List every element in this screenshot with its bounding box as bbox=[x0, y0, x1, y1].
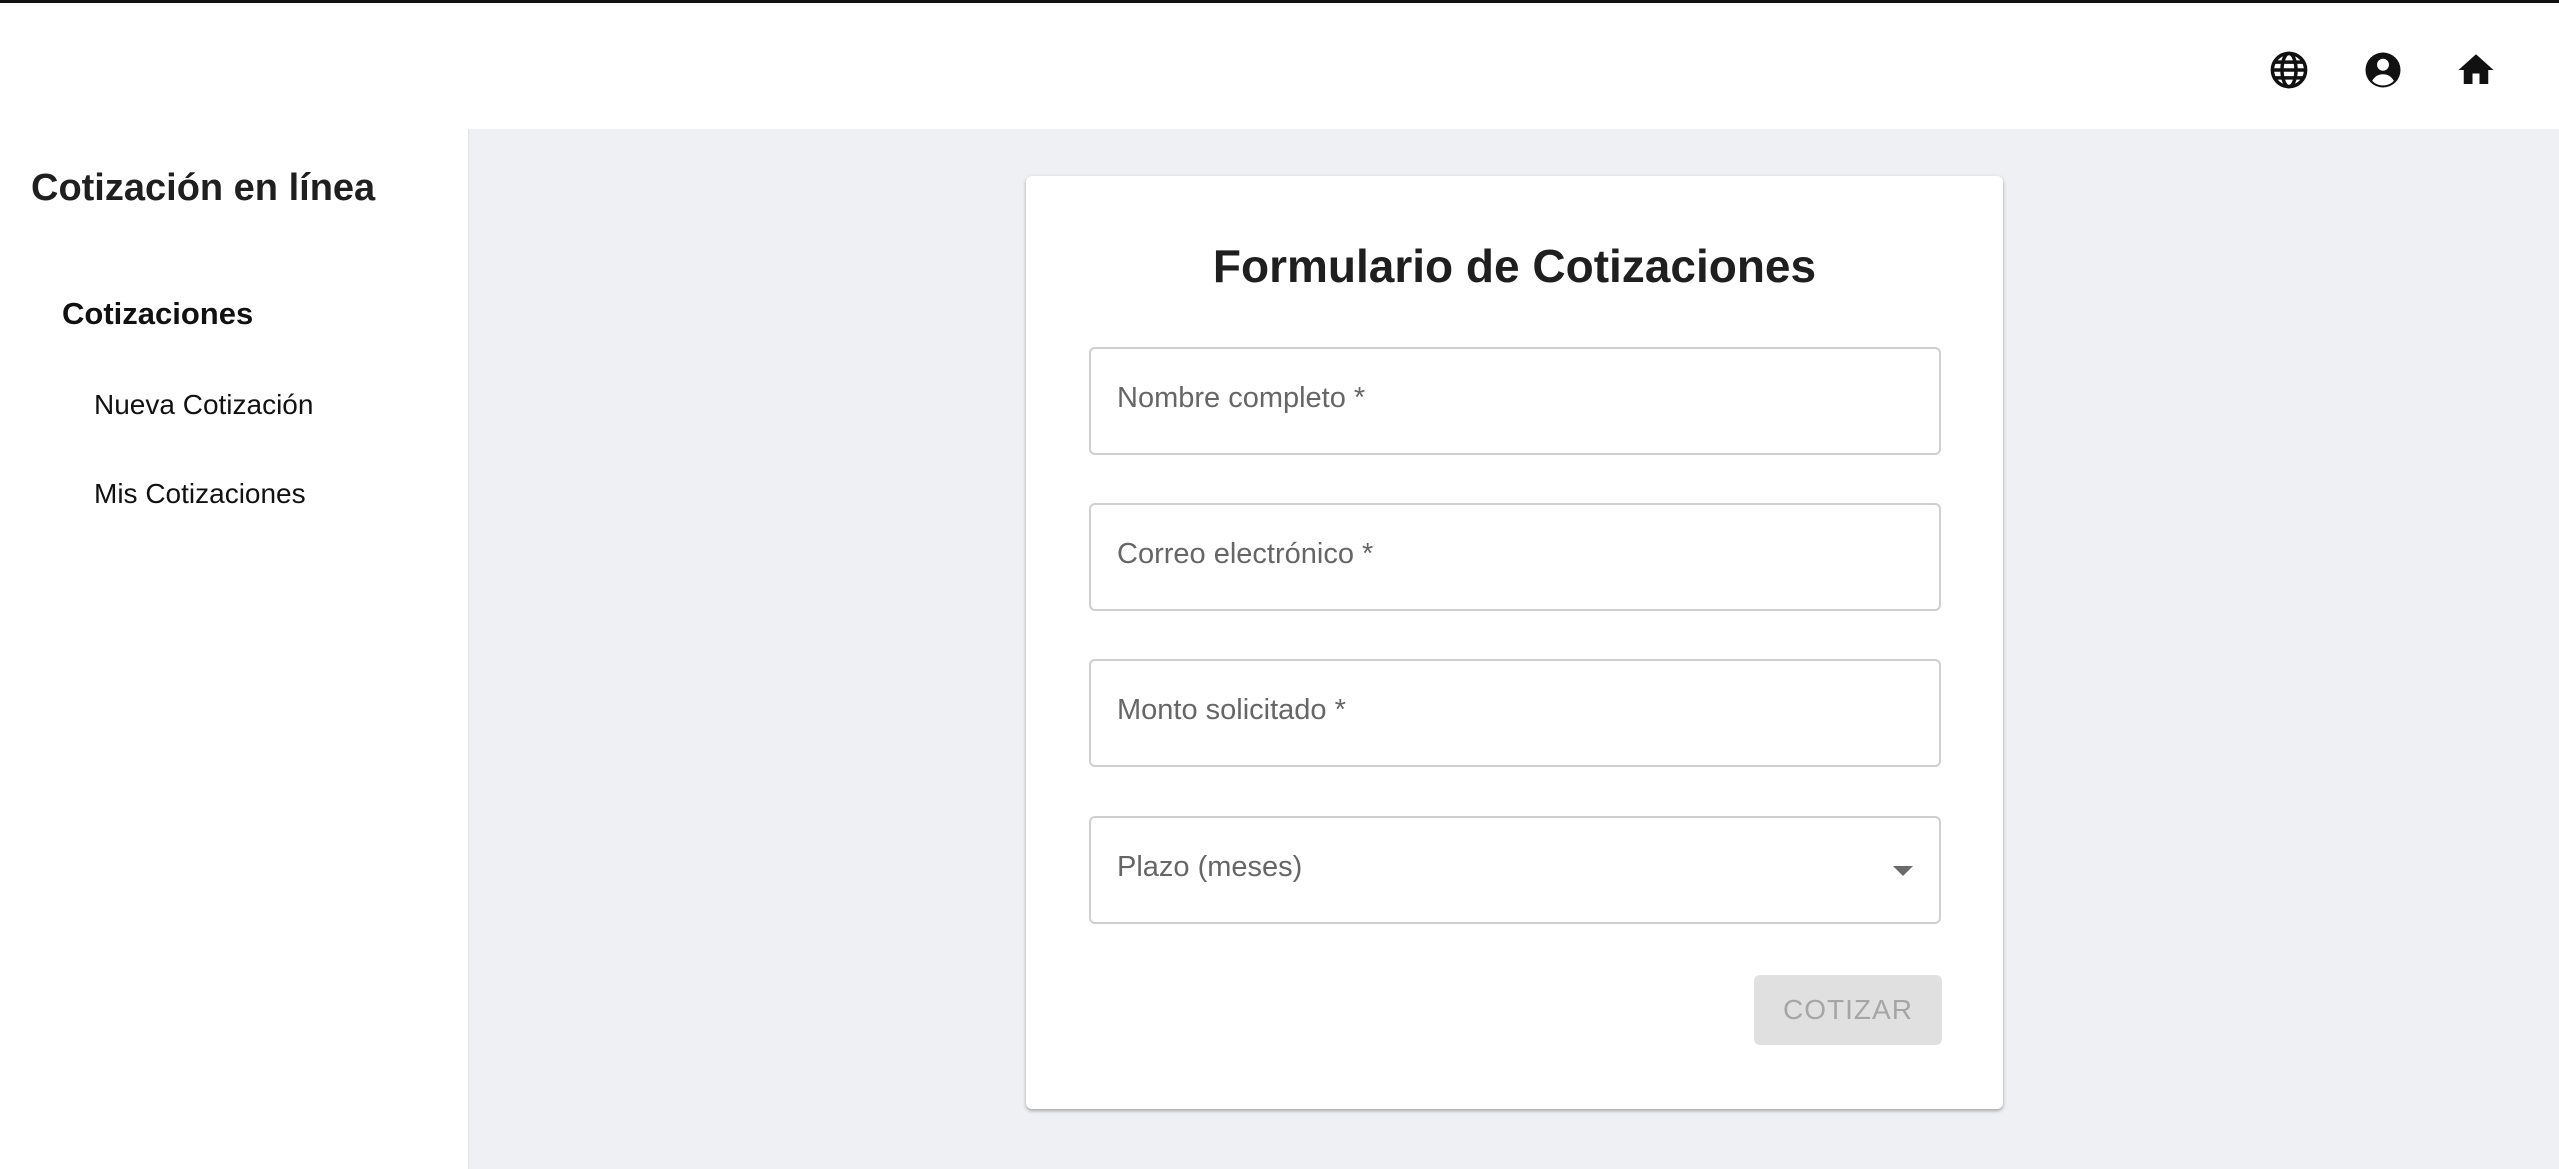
sidebar-item-nueva-cotizacion[interactable]: Nueva Cotización bbox=[94, 389, 313, 421]
account-icon[interactable] bbox=[2359, 46, 2407, 94]
main-content: Formulario de Cotizaciones Nombre comple… bbox=[469, 129, 2559, 1169]
app-title: Cotización en línea bbox=[31, 167, 376, 209]
chevron-down-icon bbox=[1893, 866, 1913, 876]
term-label: Plazo (meses) bbox=[1117, 851, 1303, 883]
quote-submit-button[interactable]: COTIZAR bbox=[1754, 975, 1942, 1045]
term-select[interactable]: Plazo (meses) bbox=[1089, 816, 1941, 924]
amount-field[interactable]: Monto solicitado * bbox=[1089, 659, 1941, 767]
full-name-field[interactable]: Nombre completo * bbox=[1089, 347, 1941, 455]
form-title: Formulario de Cotizaciones bbox=[1212, 240, 1817, 292]
sidebar-item-mis-cotizaciones[interactable]: Mis Cotizaciones bbox=[94, 478, 306, 510]
sidebar: Cotización en línea Cotizaciones Nueva C… bbox=[0, 129, 469, 1169]
app-header bbox=[0, 3, 2559, 129]
home-icon[interactable] bbox=[2452, 46, 2500, 94]
nav-section-title: Cotizaciones bbox=[62, 296, 254, 331]
email-field[interactable]: Correo electrónico * bbox=[1089, 503, 1941, 611]
full-name-label: Nombre completo * bbox=[1117, 382, 1366, 414]
quote-form-card: Formulario de Cotizaciones Nombre comple… bbox=[1026, 176, 2003, 1109]
header-actions bbox=[0, 46, 2559, 94]
amount-label: Monto solicitado * bbox=[1117, 694, 1346, 726]
language-icon[interactable] bbox=[2265, 46, 2313, 94]
email-label: Correo electrónico * bbox=[1117, 538, 1374, 570]
